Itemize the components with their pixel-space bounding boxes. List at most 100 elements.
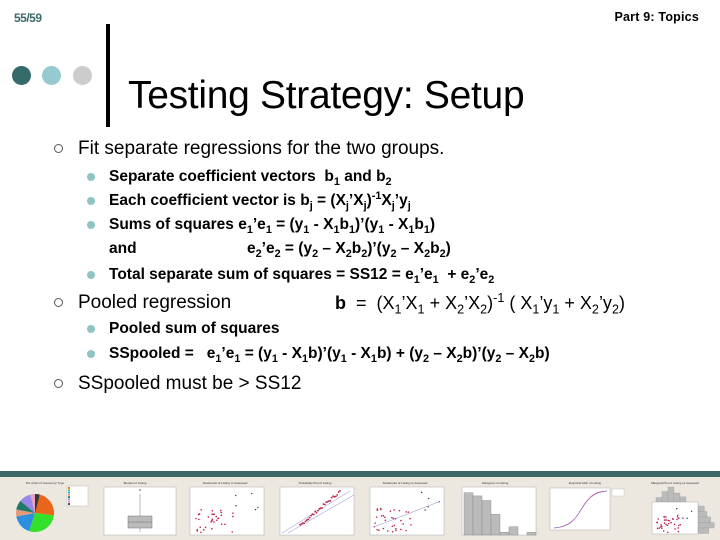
histogram-bar bbox=[499, 532, 510, 536]
data-point bbox=[380, 515, 383, 517]
thumbnail-title: Pie Chart of Houses by Type bbox=[25, 481, 65, 485]
data-point bbox=[374, 522, 377, 524]
thumbnail-title: Scatterplot of Listing vs Assessed bbox=[202, 481, 248, 485]
legend-swatch bbox=[68, 493, 70, 496]
data-point bbox=[195, 517, 197, 520]
data-point bbox=[420, 491, 423, 494]
data-point bbox=[382, 514, 385, 517]
data-point bbox=[407, 511, 410, 513]
plot-area bbox=[549, 487, 611, 531]
marginal-bar-right bbox=[697, 511, 708, 518]
data-point bbox=[677, 527, 680, 529]
histogram-bar bbox=[508, 526, 519, 536]
data-point bbox=[215, 515, 218, 518]
plot-area bbox=[279, 486, 355, 536]
data-point bbox=[334, 495, 337, 498]
thumbnail-graphic bbox=[103, 486, 177, 536]
data-point bbox=[409, 517, 411, 520]
data-point bbox=[667, 531, 669, 534]
marginal-bar-right bbox=[697, 522, 715, 529]
math-e1e1-formula: e1’e1 = (y1 - X1b1)’(y1 - X1b1) bbox=[238, 216, 436, 237]
data-point bbox=[391, 525, 394, 528]
math-sspooled-formula: e1’e1 = (y1 - X1b)’(y1 - X1b) + (y2 – X2… bbox=[206, 345, 550, 366]
filled-bullet-icon bbox=[87, 325, 95, 333]
data-point bbox=[219, 509, 222, 512]
sub-bullet-each-vector: Each coefficient vector is bj = (Xj’Xj)-… bbox=[87, 190, 411, 212]
data-point bbox=[656, 527, 659, 530]
dot-light-icon bbox=[42, 66, 61, 85]
data-point bbox=[200, 509, 202, 511]
thumbnail-graphic bbox=[279, 486, 355, 536]
data-point bbox=[200, 531, 202, 534]
hollow-bullet-icon bbox=[54, 379, 63, 388]
histogram-bar bbox=[463, 492, 474, 536]
data-point bbox=[661, 527, 663, 530]
data-point bbox=[317, 509, 319, 512]
data-point bbox=[677, 517, 680, 519]
thumbnail-strip: Pie Chart of Houses by Type Boxplot of Li… bbox=[0, 477, 720, 540]
data-point bbox=[402, 523, 404, 525]
data-point bbox=[312, 513, 315, 516]
data-point bbox=[199, 526, 202, 528]
legend-box bbox=[611, 488, 625, 497]
data-point bbox=[395, 529, 397, 532]
data-point bbox=[673, 523, 676, 526]
data-point bbox=[393, 509, 395, 511]
data-point bbox=[672, 518, 674, 520]
data-point bbox=[665, 523, 667, 526]
data-point bbox=[330, 496, 333, 499]
data-point bbox=[400, 519, 402, 522]
data-point bbox=[310, 514, 312, 517]
sub-bullet-pooled-sum: Pooled sum of squares bbox=[87, 320, 280, 338]
data-point bbox=[663, 522, 666, 524]
legend-box bbox=[66, 485, 89, 507]
data-point bbox=[660, 524, 662, 526]
math-pooled-b-formula: b = (X1’X1 + X2’X2)-1 ( X1’y1 + X2’y2) bbox=[335, 291, 625, 317]
data-point bbox=[376, 528, 378, 531]
data-point bbox=[384, 516, 386, 519]
data-point bbox=[220, 523, 223, 525]
sub-bullet-continuation: and e2’e2 = (y2 – X2b2)’(y2 – X2b2) bbox=[109, 240, 451, 261]
bullet-sspooled-greater: SSpooled must be > SS12 bbox=[54, 373, 301, 395]
math-b1: b1 bbox=[324, 168, 340, 189]
data-point bbox=[668, 520, 671, 522]
sub-bullet-coef-vectors: Separate coefficient vectors b1 and b2 bbox=[87, 168, 392, 189]
data-point bbox=[663, 516, 666, 518]
title-divider bbox=[106, 24, 110, 127]
data-point bbox=[213, 521, 215, 523]
data-point bbox=[674, 528, 676, 530]
data-point bbox=[376, 509, 379, 512]
thumbnail-title: Boxplot of Listing bbox=[123, 481, 147, 485]
bullet-fit-separate: Fit separate regressions for the two gro… bbox=[54, 138, 444, 160]
data-point bbox=[378, 529, 380, 531]
histogram-bar bbox=[490, 514, 501, 536]
data-point bbox=[424, 509, 426, 511]
sub-bullet-total-separate: Total separate sum of squares = SS12 = e… bbox=[87, 266, 494, 286]
section-label: Part 9: Topics bbox=[614, 10, 699, 24]
data-point bbox=[235, 505, 237, 507]
marginal-bar-top bbox=[679, 496, 687, 503]
data-point bbox=[198, 513, 201, 515]
data-point bbox=[232, 515, 234, 518]
hollow-bullet-icon bbox=[54, 144, 63, 153]
thumbnail-scatterplot: Scatterplot of Listing vs Assessed bbox=[180, 480, 271, 538]
data-point bbox=[667, 522, 670, 525]
thumbnail-title: Empirical CDF of Listing bbox=[568, 481, 602, 485]
filled-bullet-icon bbox=[87, 197, 95, 205]
data-point bbox=[393, 524, 396, 527]
data-point bbox=[666, 524, 669, 527]
data-point bbox=[329, 499, 332, 502]
marginal-bar-top bbox=[673, 492, 681, 503]
data-point bbox=[321, 507, 323, 509]
data-point bbox=[658, 527, 661, 529]
thumbnail-graphic bbox=[189, 486, 265, 536]
data-point bbox=[336, 493, 339, 496]
data-point bbox=[323, 503, 326, 506]
data-point bbox=[235, 494, 237, 497]
marginal-bar-right bbox=[697, 516, 711, 523]
data-point bbox=[670, 521, 672, 524]
thumbnail-histogram: Histogram of Listing bbox=[450, 480, 541, 538]
thumbnail-probability-plot: Probability Plot of Listing bbox=[270, 480, 361, 538]
thumbnail-graphic bbox=[461, 486, 537, 536]
thumbnail-graphic bbox=[651, 486, 715, 535]
